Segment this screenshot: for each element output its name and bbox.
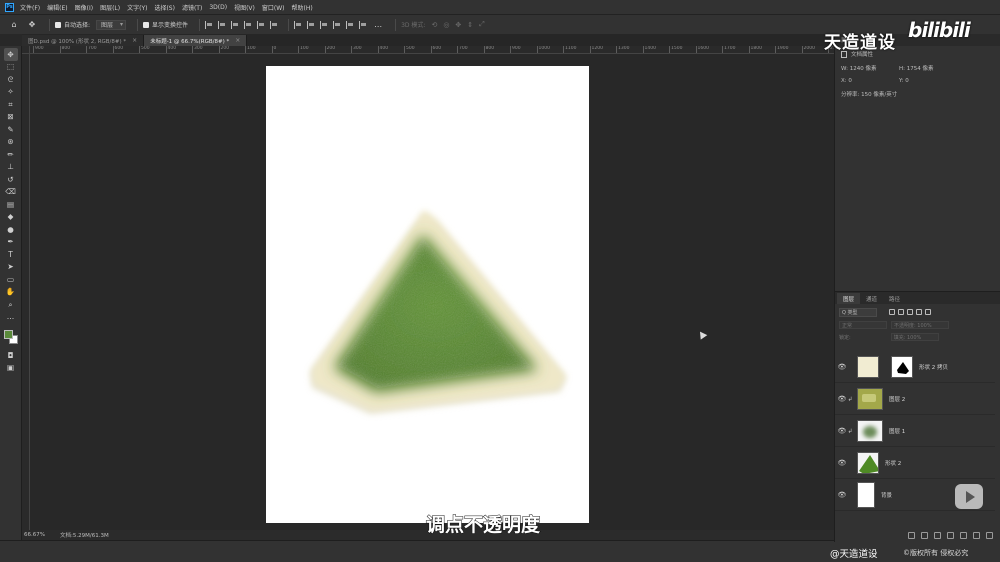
document-size-info[interactable]: 文档:5.29M/61.3M: [60, 531, 180, 539]
layer-name[interactable]: 图层 1: [889, 427, 905, 435]
visibility-eye-icon[interactable]: 👁: [837, 395, 847, 403]
y-value[interactable]: Y: 0: [899, 78, 957, 84]
layers-tab-bar: 图层 通道 路径: [835, 292, 1000, 304]
resolution-value: 分辨率: 150 像素/英寸: [841, 92, 898, 98]
layer-filter-row: Q 类型: [835, 305, 1000, 319]
blend-row: 正常 不透明度: 100%: [835, 319, 1000, 331]
filter-adjustment-icon[interactable]: [898, 309, 904, 315]
link-layers-icon[interactable]: [908, 531, 915, 539]
fill-field[interactable]: 填充: 100%: [890, 333, 939, 341]
visibility-eye-icon[interactable]: 👁: [837, 459, 847, 467]
layer-thumbnail: [857, 388, 883, 410]
tab-layers[interactable]: 图层: [837, 293, 861, 304]
layer-row-shape2[interactable]: 👁 形状 2: [835, 448, 995, 479]
layer-thumbnail: [857, 482, 875, 508]
add-mask-icon[interactable]: [934, 531, 941, 539]
credit-rights: ©版权所有 侵权必究: [903, 549, 969, 557]
mask-triangle-icon: [897, 362, 909, 374]
clipping-mask-icon: ↲: [847, 427, 853, 435]
layer-row-layer2[interactable]: 👁 ↲ 图层 2: [835, 384, 995, 415]
lock-row: 锁定: 填充: 100%: [835, 331, 1000, 343]
layer-name[interactable]: 图层 2: [889, 395, 905, 403]
layer-row-shape2-copy[interactable]: 👁 形状 2 拷贝: [835, 352, 995, 383]
clipping-mask-icon: ↲: [847, 395, 853, 403]
layer-kind-filter[interactable]: Q 类型: [839, 307, 877, 317]
width-value[interactable]: W: 1240 像素: [841, 64, 899, 72]
video-subtitle: 调点不透明度: [425, 514, 541, 537]
position-row: X: 0 Y: 0: [841, 78, 994, 84]
new-layer-icon[interactable]: [973, 531, 980, 539]
visibility-eye-icon[interactable]: 👁: [837, 363, 847, 371]
height-value[interactable]: H: 1754 像素: [899, 64, 957, 72]
layer-style-icon[interactable]: [921, 531, 928, 539]
layer-name[interactable]: 形状 2 拷贝: [919, 363, 948, 371]
layer-thumbnail: [857, 356, 879, 378]
watermark-brand: 天造道设: [824, 33, 896, 53]
zoom-level[interactable]: 66.67%: [24, 532, 52, 538]
lock-label: 锁定:: [839, 334, 851, 341]
filter-type-icon[interactable]: [907, 309, 913, 315]
layer-name[interactable]: 形状 2: [885, 459, 901, 467]
credit-handle: @天造道设: [830, 549, 878, 560]
opacity-field[interactable]: 不透明度: 100%: [891, 321, 949, 329]
delete-layer-icon[interactable]: [986, 531, 993, 539]
right-panel-dock: 属性 文档属性 W: 1240 像素 H: 1754 像素 X: 0 Y: 0 …: [834, 34, 1000, 542]
new-group-icon[interactable]: [960, 531, 967, 539]
layer-row-layer1[interactable]: 👁 ↲ 图层 1: [835, 416, 995, 447]
visibility-eye-icon[interactable]: 👁: [837, 491, 847, 499]
play-button-icon[interactable]: [955, 484, 983, 509]
filter-smart-object-icon[interactable]: [925, 309, 931, 315]
x-value[interactable]: X: 0: [841, 78, 899, 84]
layers-footer: [835, 528, 1000, 542]
properties-body: 文档属性 W: 1240 像素 H: 1754 像素 X: 0 Y: 0 分辨率…: [835, 46, 1000, 102]
filter-pixel-icon[interactable]: [889, 309, 895, 315]
bilibili-logo: bilibili: [908, 18, 971, 42]
blend-mode-select[interactable]: 正常: [839, 321, 887, 329]
layer-thumbnail: [857, 452, 879, 474]
adjustment-layer-icon[interactable]: [947, 531, 954, 539]
tab-channels[interactable]: 通道: [860, 293, 883, 304]
layer-mask-thumbnail[interactable]: [891, 356, 913, 378]
layer-name[interactable]: 背景: [881, 491, 892, 499]
tab-paths[interactable]: 路径: [883, 293, 906, 304]
visibility-eye-icon[interactable]: 👁: [837, 427, 847, 435]
filter-shape-icon[interactable]: [916, 309, 922, 315]
layer-thumbnail: [857, 420, 883, 442]
green-triangle-icon: [859, 455, 878, 473]
size-row: W: 1240 像素 H: 1754 像素: [841, 64, 994, 72]
